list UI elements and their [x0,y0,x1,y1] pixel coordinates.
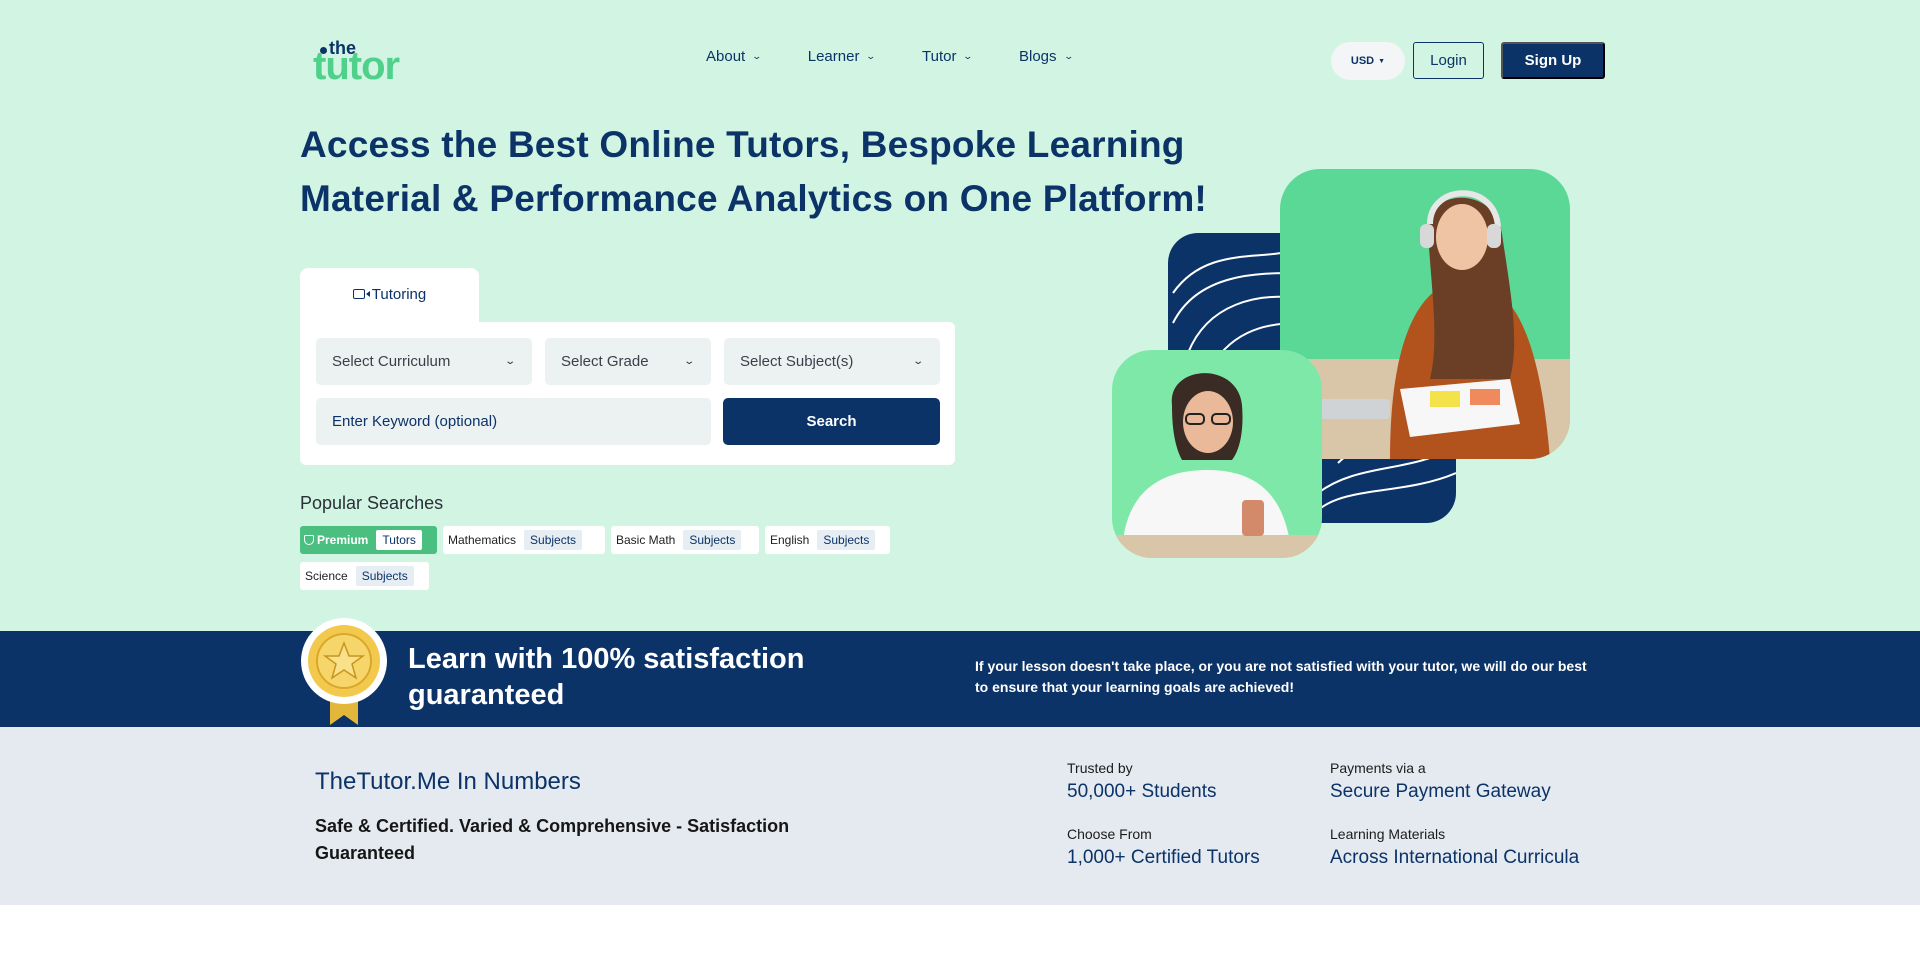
chip-tag: Subjects [817,530,876,550]
logo[interactable]: the tutor [313,38,423,88]
login-button[interactable]: Login [1413,42,1484,79]
signup-button[interactable]: Sign Up [1501,42,1605,79]
nav-item-tutor[interactable]: Tutor ⌄ [922,48,974,65]
stat-value: 1,000+ Certified Tutors [1067,847,1260,868]
main-nav: About ⌄ Learner ⌄ Tutor ⌄ Blogs ⌄ [706,48,1119,65]
chip-label: Science [305,569,348,583]
chip-tag: Subjects [683,530,742,550]
search-button[interactable]: Search [723,398,940,445]
diamond-icon [304,535,314,545]
stat-students: Trusted by 50,000+ Students [1067,760,1217,803]
nav-label: About [706,48,746,65]
chip-label: Basic Math [616,533,676,547]
stat-label: Choose From [1067,826,1152,842]
popular-searches-title: Popular Searches [300,493,444,513]
chevron-down-icon: ▼ [1378,57,1386,65]
tutor-photo-secondary [1112,350,1322,558]
chip-label: Premium [317,533,369,547]
hero-headline: Access the Best Online Tutors, Bespoke L… [300,124,1207,219]
select-label: Select Grade [561,353,649,370]
nav-item-learner[interactable]: Learner ⌄ [807,48,877,65]
numbers-section [0,727,1920,905]
grade-select[interactable]: Select Grade ⌄ [545,338,711,385]
search-card: Select Curriculum ⌄ Select Grade ⌄ Select … [300,322,955,465]
select-label: Select Subject(s) [740,353,854,370]
nav-label: Learner [807,48,860,65]
nav-item-blogs[interactable]: Blogs ⌄ [1019,48,1074,65]
chip-mathematics[interactable]: Mathematics Subjects [443,526,605,554]
video-camera-icon [352,289,370,299]
currency-selector[interactable]: USD ▼ [1331,42,1405,80]
chip-label: Mathematics [448,533,517,547]
satisfaction-banner [0,631,1920,727]
curriculum-select[interactable]: Select Curriculum ⌄ [316,338,532,385]
stat-materials: Learning Materials Across International … [1330,826,1579,869]
chip-tag: Tutors [376,530,422,550]
nav-label: Blogs [1019,48,1057,65]
chevron-down-icon: ⌄ [962,51,974,61]
chevron-down-icon: ⌄ [865,51,877,61]
banner-title: Learn with 100% satisfaction guaranteed [408,643,805,711]
chevron-down-icon: ⌄ [682,356,695,367]
stat-label: Payments via a [1330,760,1426,776]
chevron-down-icon: ⌄ [911,356,924,367]
chevron-down-icon: ⌄ [751,51,763,61]
chip-tag: Subjects [524,530,583,550]
tutor-photo-main [1280,169,1570,459]
medal-icon [300,617,388,727]
stat-value: Across International Curricula [1330,847,1580,868]
chevron-down-icon: ⌄ [1063,51,1074,61]
banner-text: If your lesson doesn't take place, or yo… [975,658,1587,695]
chip-label: English [770,533,810,547]
nav-label: Tutor [922,48,957,65]
hero-section [0,0,1920,631]
stat-label: Learning Materials [1330,826,1446,842]
teacher-illustration [1112,373,1322,558]
logo-main-text: tutor [313,44,400,88]
chip-basic-math[interactable]: Basic Math Subjects [611,526,759,554]
stat-value: Secure Payment Gateway [1330,781,1551,802]
keyword-input[interactable] [316,398,711,445]
select-label: Select Curriculum [332,353,451,370]
tab-label: Tutoring [371,286,427,303]
stat-value: 50,000+ Students [1067,781,1217,802]
stat-tutors: Choose From 1,000+ Certified Tutors [1067,826,1260,869]
tab-tutoring[interactable]: Tutoring [300,268,479,322]
subject-select[interactable]: Select Subject(s) ⌄ [724,338,940,385]
stat-payments: Payments via a Secure Payment Gateway [1330,760,1551,803]
chevron-down-icon: ⌄ [503,356,516,367]
chip-premium-tutors[interactable]: Premium Tutors [300,526,437,554]
currency-label: USD [1350,55,1375,67]
numbers-subtitle: Safe & Certified. Varied & Comprehensive… [315,816,790,863]
chip-english[interactable]: English Subjects [765,526,890,554]
student-illustration [1280,190,1570,459]
chip-science[interactable]: Science Subjects [300,562,429,590]
numbers-title: TheTutor.Me In Numbers [315,768,581,795]
nav-item-about[interactable]: About ⌄ [706,48,763,65]
stat-label: Trusted by [1067,760,1133,776]
chip-tag: Subjects [355,566,414,586]
